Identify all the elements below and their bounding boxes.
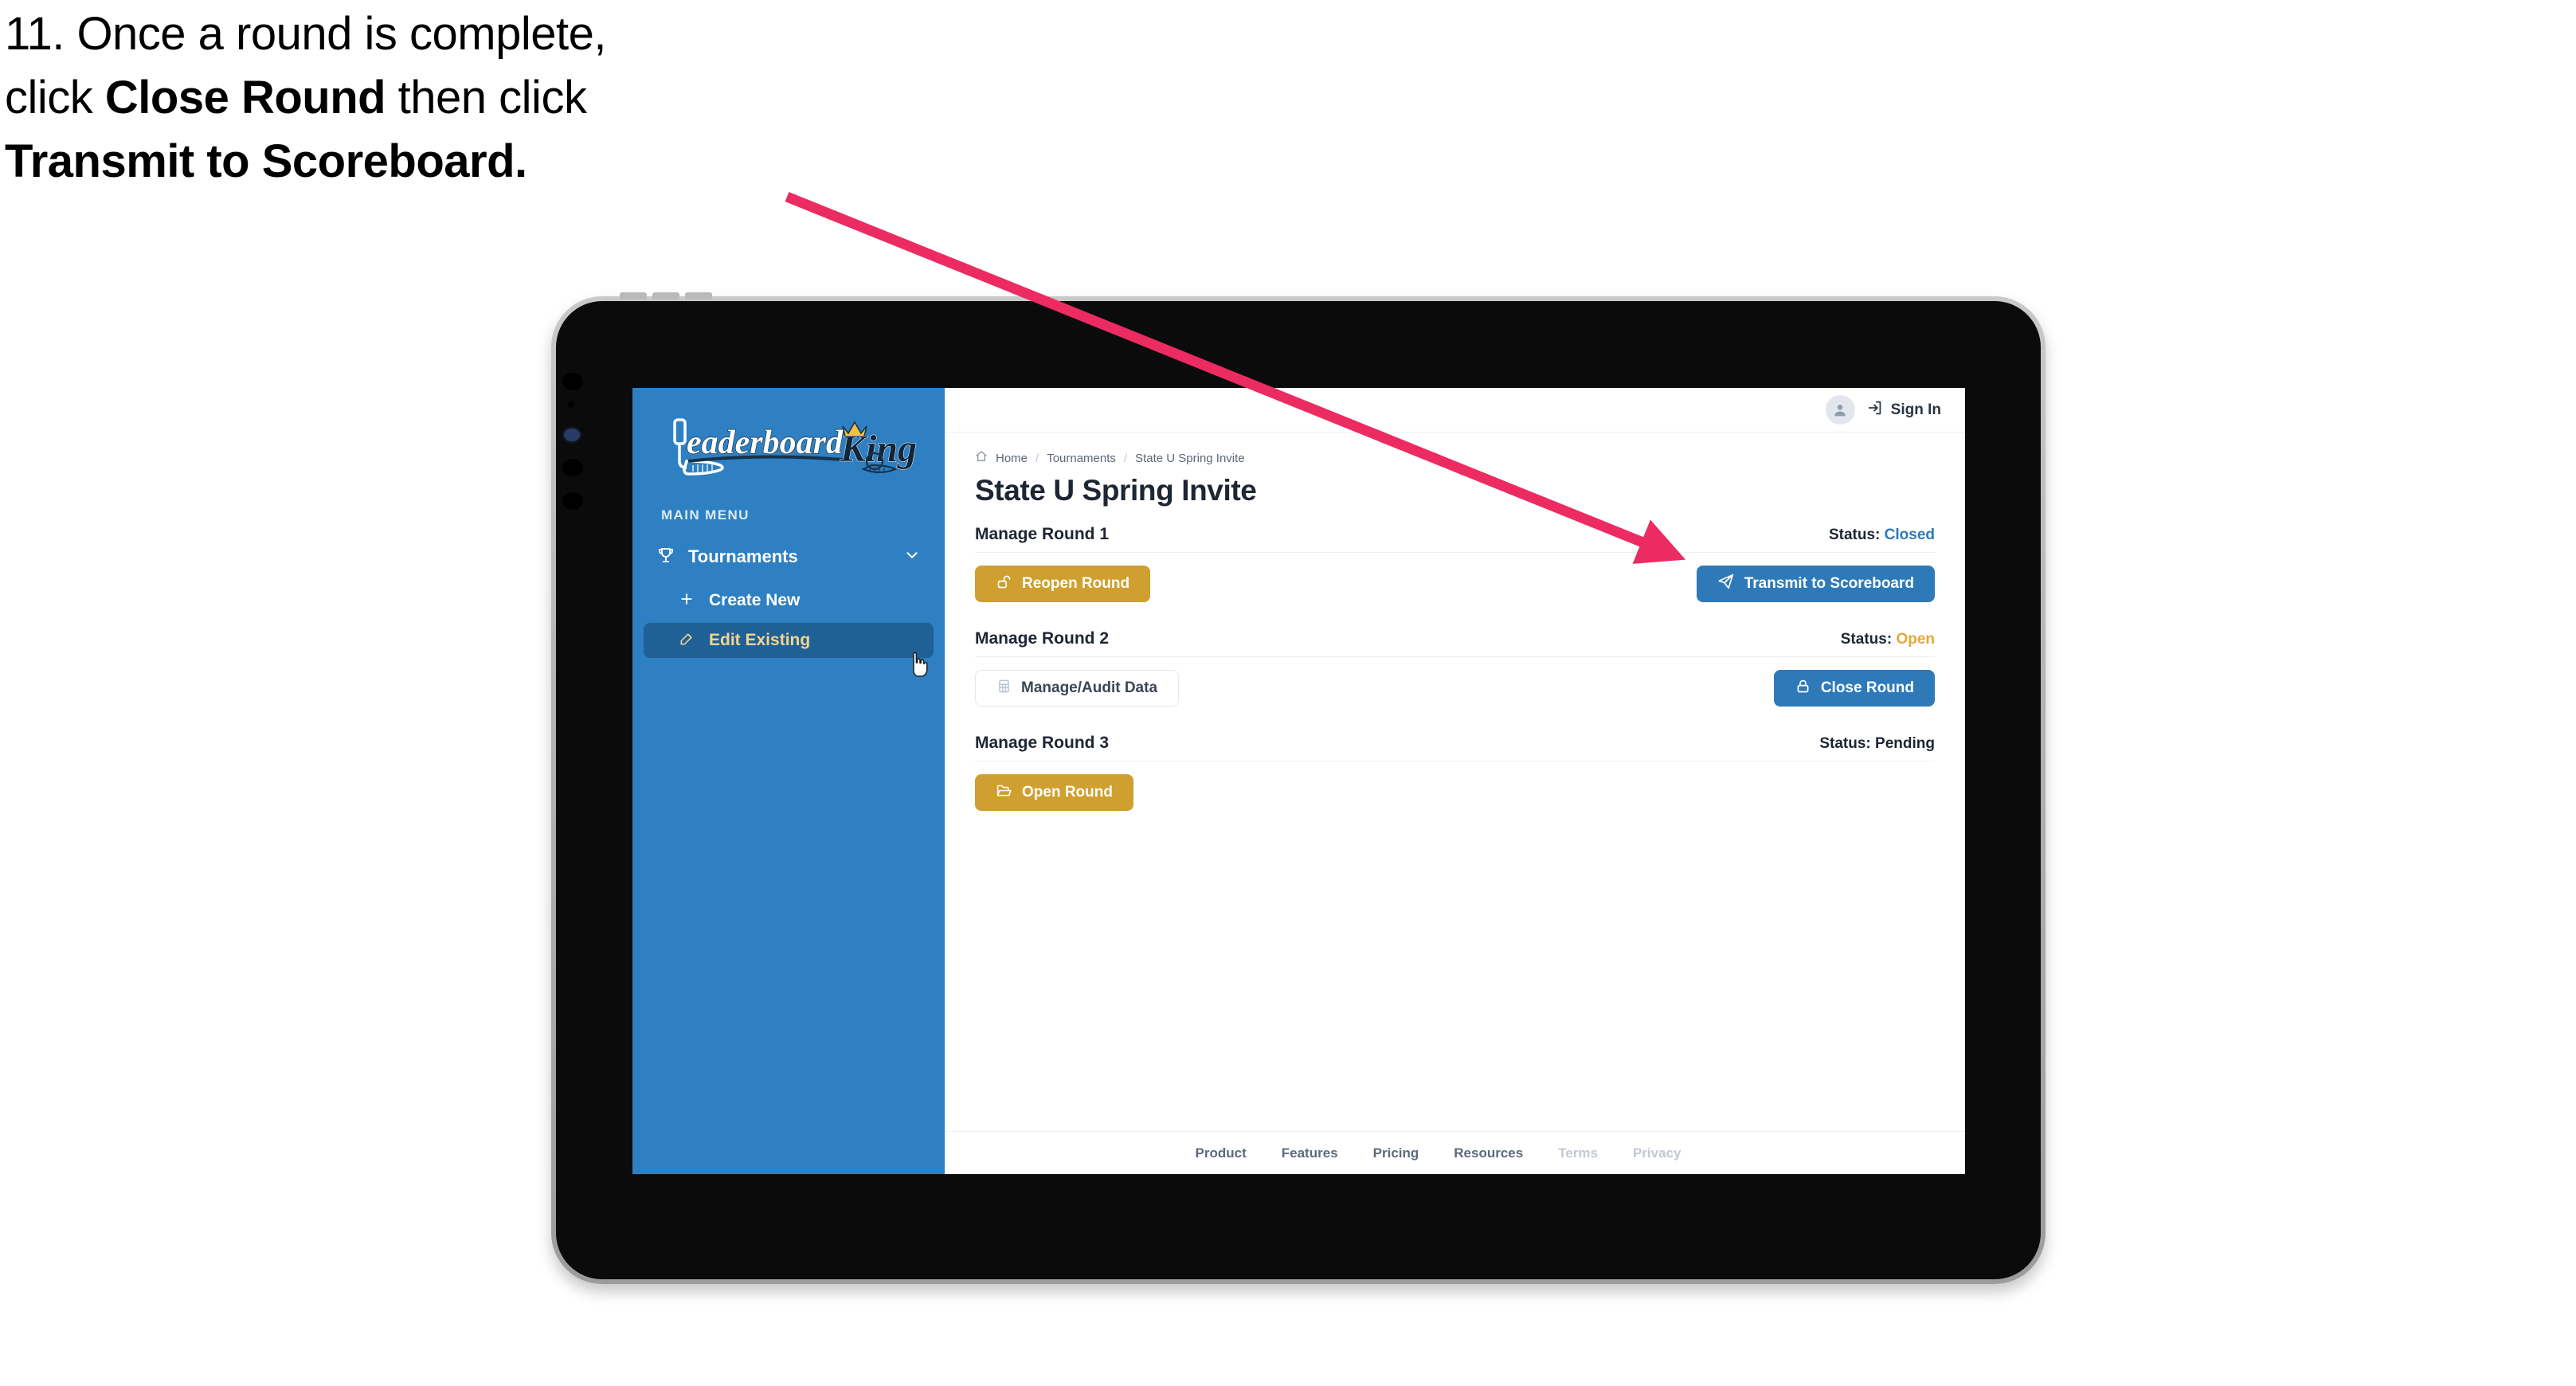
footer-link-privacy[interactable]: Privacy [1633,1145,1681,1161]
round-2-status: Status: Open [1841,631,1935,648]
table-grid-icon [996,679,1012,699]
sign-in-arrow-icon [1866,399,1884,421]
breadcrumb-item-home[interactable]: Home [996,452,1028,465]
round-3-title: Manage Round 3 [975,734,1110,752]
mouse-cursor-pointer [907,651,931,678]
round-1-status-value: Closed [1884,527,1935,543]
main-content: Sign In Home / Tournaments / State U Spr… [945,388,1965,1174]
footer-nav: Product Features Pricing Resources Terms… [945,1131,1965,1174]
round-1-actions: Reopen Round Transmit to Scoreboard [975,566,1935,602]
sidebar-item-tournaments[interactable]: Tournaments [644,539,934,574]
sidebar-item-create-new-label: Create New [709,591,801,609]
footer-link-resources[interactable]: Resources [1454,1145,1523,1161]
caption-line-2-post: then click [386,72,587,123]
close-round-button[interactable]: Close Round [1773,670,1935,707]
round-2-actions: Manage/Audit Data Close Round [975,670,1935,707]
transmit-to-scoreboard-label: Transmit to Scoreboard [1744,575,1914,592]
reopen-round-label: Reopen Round [1022,575,1130,592]
edit-pencil-icon [679,631,695,651]
transmit-to-scoreboard-button[interactable]: Transmit to Scoreboard [1696,566,1935,602]
round-3-header: Manage Round 3 Status: Pending [975,734,1935,762]
trophy-icon [656,546,675,569]
breadcrumb-separator-1: / [1035,451,1039,465]
tablet-camera-lens [564,429,580,441]
sidebar-section-label: MAIN MENU [661,507,750,523]
round-3-actions: Open Round [975,774,1935,811]
round-2-header: Manage Round 2 Status: Open [975,629,1935,657]
tablet-volume-buttons[interactable] [620,292,712,300]
open-round-label: Open Round [1022,784,1113,801]
chevron-down-icon[interactable] [903,546,921,568]
caption-line-2-pre: click [5,72,105,123]
open-round-button[interactable]: Open Round [975,774,1133,811]
lock-icon [1795,678,1811,699]
caption-line-2: click Close Round then click [5,75,833,121]
round-1-title: Manage Round 1 [975,525,1110,543]
close-round-label: Close Round [1820,679,1914,696]
instruction-caption: 11. Once a round is complete, click Clos… [5,11,833,202]
manage-audit-data-button[interactable]: Manage/Audit Data [975,670,1180,707]
sidebar-item-create-new[interactable]: Create New [644,583,934,618]
sign-in-button[interactable]: Sign In [1866,399,1941,421]
app-logo[interactable]: eaderboard King [658,412,921,480]
breadcrumb: Home / Tournaments / State U Spring Invi… [975,450,1935,466]
round-2-status-value: Open [1896,631,1935,648]
round-1-header: Manage Round 1 Status: Closed [975,525,1935,553]
home-icon[interactable] [975,450,988,466]
top-bar: Sign In [945,388,1965,433]
round-block-2: Manage Round 2 Status: Open Manage/Audit… [975,629,1935,707]
breadcrumb-separator-2: / [1123,451,1128,465]
sidebar-item-tournaments-label: Tournaments [688,546,798,566]
sidebar-item-edit-existing[interactable]: Edit Existing [644,623,934,658]
caption-line-3: Transmit to Scoreboard. [5,139,833,185]
tablet-sensor-dot-4 [562,492,583,510]
round-2-status-label: Status: [1840,631,1893,648]
svg-text:King: King [840,428,917,470]
caption-line-2-bold: Close Round [104,72,386,123]
paper-plane-icon [1717,573,1735,595]
sidebar-item-edit-existing-label: Edit Existing [709,631,811,649]
leaderboard-king-logo-icon: eaderboard King [673,418,918,476]
manage-audit-data-label: Manage/Audit Data [1021,679,1158,696]
round-block-3: Manage Round 3 Status: Pending Open Roun… [975,734,1935,811]
round-3-status: Status: Pending [1819,735,1935,753]
caption-line-3-bold: Transmit to Scoreboard. [5,135,527,187]
footer-link-features[interactable]: Features [1282,1145,1338,1161]
plus-icon [679,591,695,611]
screenshot-stage: 11. Once a round is complete, click Clos… [0,0,2576,1386]
sign-in-label: Sign In [1890,401,1941,418]
footer-link-pricing[interactable]: Pricing [1373,1145,1419,1161]
breadcrumb-item-tournaments[interactable]: Tournaments [1047,452,1116,465]
round-1-status-label: Status: [1828,527,1881,543]
page-body: Home / Tournaments / State U Spring Invi… [945,433,1965,1131]
round-block-1: Manage Round 1 Status: Closed Reopen Rou… [975,525,1935,602]
footer-link-product[interactable]: Product [1196,1145,1247,1161]
tablet-sensor-dot-3 [562,459,583,476]
caption-line-1: 11. Once a round is complete, [5,8,606,60]
tablet-sensor-dot-1 [562,373,583,390]
breadcrumb-item-current: State U Spring Invite [1135,451,1245,465]
user-avatar-icon[interactable] [1825,395,1855,425]
round-1-status: Status: Closed [1829,527,1935,544]
unlock-icon [996,574,1012,595]
round-3-status-label: Status: [1819,735,1871,752]
page-title: State U Spring Invite [975,474,1257,507]
sidebar: eaderboard King MAIN MENU Tournaments Cr… [632,388,945,1174]
tablet-sensor-dot-2 [568,401,574,408]
folder-open-icon [996,782,1012,804]
footer-link-terms[interactable]: Terms [1558,1145,1598,1161]
round-2-title: Manage Round 2 [975,629,1110,648]
reopen-round-button[interactable]: Reopen Round [975,566,1151,602]
app-screen: eaderboard King MAIN MENU Tournaments Cr… [632,388,1965,1174]
round-3-status-value: Pending [1875,735,1935,752]
